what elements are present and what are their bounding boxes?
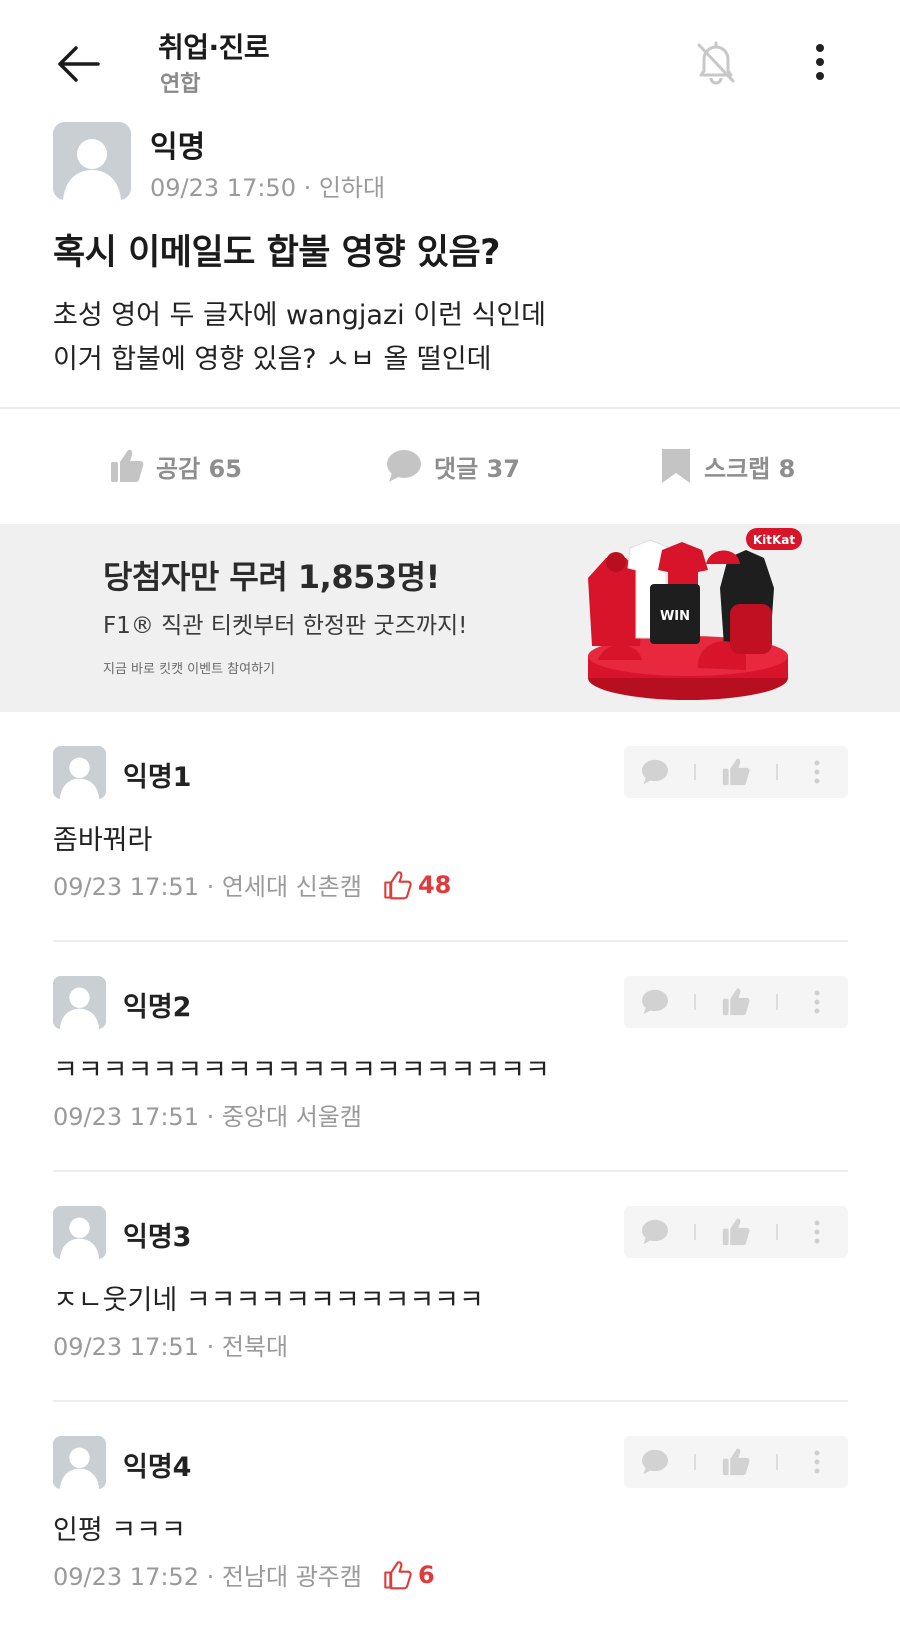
bell-off-icon [697,41,735,85]
reply-button[interactable] [633,750,677,794]
separator [775,1224,778,1240]
comment-avatar [53,1436,106,1489]
separator [694,1454,697,1470]
comment-body: 좀바꿔라 [53,825,153,856]
ad-headline: 당첨자만 무려 1,853명! [103,558,440,596]
default-avatar-icon [53,1436,106,1489]
thumbs-up-icon [722,1448,750,1476]
comment-more-button[interactable] [795,980,839,1024]
comment-more-button[interactable] [795,750,839,794]
more-vertical-icon [814,1220,820,1244]
comment-button[interactable]: 댓글 37 [386,440,520,492]
comment-meta: 09/23 17:51 · 전북대 [53,1333,289,1361]
scrap-button[interactable]: 스크랩 8 [660,440,795,492]
post-title: 혹시 이메일도 합불 영향 있음? [53,233,500,273]
comment-like-button[interactable] [714,980,758,1024]
comment-like-button[interactable] [714,750,758,794]
comment-like-value: 48 [417,870,452,899]
comment-like-count: 48 [382,870,451,900]
default-avatar-icon [53,746,106,799]
thumbs-up-icon [722,988,750,1016]
speech-bubble-icon [641,989,668,1015]
default-avatar-icon [53,976,106,1029]
comment-avatar [53,976,106,1029]
ad-product-image: WIN KitKat [578,528,810,708]
default-avatar-icon [53,122,131,200]
comment-like-button[interactable] [714,1210,758,1254]
comment-like-button[interactable] [714,1440,758,1484]
arrow-left-icon [58,46,100,82]
comment-meta: 09/23 17:52 · 전남대 광주캠 [53,1563,362,1591]
comment-author: 익명3 [123,1222,192,1253]
comment-divider [53,1170,848,1172]
thumbs-up-outline-icon [384,870,412,899]
more-vertical-icon [816,44,824,80]
separator [694,764,697,780]
more-vertical-icon [814,990,820,1014]
comment-body: ㅈㄴ웃기네 ㅋㅋㅋㅋㅋㅋㅋㅋㅋㅋㅋㅋ [53,1285,484,1316]
separator [775,1454,778,1470]
svg-text:KitKat: KitKat [753,533,796,547]
separator [775,764,778,780]
divider [0,407,900,409]
board-subtitle: 연합 [160,72,201,97]
notification-toggle-button[interactable] [688,34,744,90]
comment-author: 익명2 [123,992,192,1023]
back-button[interactable] [50,36,106,92]
thumbs-up-icon [111,449,144,482]
comment-meta: 09/23 17:51 · 중앙대 서울캠 [53,1103,362,1131]
separator [694,1224,697,1240]
comment-like-count: 6 [382,1560,435,1590]
comment-divider [53,1400,848,1402]
like-button[interactable]: 공감 65 [110,440,242,492]
comment-body: 인평 ㅋㅋㅋ [53,1515,186,1546]
comment-action-group [624,976,848,1028]
like-count-label: 공감 65 [156,454,242,483]
separator [694,994,697,1010]
comment-body: ㅋㅋㅋㅋㅋㅋㅋㅋㅋㅋㅋㅋㅋㅋㅋㅋㅋㅋㅋㅋ [53,1055,550,1086]
default-avatar-icon [53,1206,106,1259]
speech-bubble-icon [641,759,668,785]
reply-button[interactable] [633,1210,677,1254]
bookmark-icon [662,449,690,483]
comment-count-label: 댓글 37 [434,454,520,483]
svg-text:WIN: WIN [660,609,690,624]
comment-author: 익명4 [123,1452,192,1483]
speech-bubble-icon [387,450,421,482]
thumbs-up-outline-icon [384,1560,412,1589]
author-avatar [53,122,131,200]
comment-avatar [53,746,106,799]
thumbs-up-icon [722,758,750,786]
reply-button[interactable] [633,980,677,1024]
comment-author: 익명1 [123,762,192,793]
comment-more-button[interactable] [795,1210,839,1254]
post-body: 초성 영어 두 글자에 wangjazi 이런 식인데 이거 합불에 영향 있음… [53,300,547,375]
comment-action-group [624,1436,848,1488]
comment-like-value: 6 [417,1560,435,1589]
more-vertical-icon [814,1450,820,1474]
comment-avatar [53,1206,106,1259]
comment-meta-row: 09/23 17:52 · 전남대 광주캠 6 [53,1557,435,1592]
more-options-button[interactable] [798,34,842,90]
thumbs-up-icon [722,1218,750,1246]
speech-bubble-icon [641,1219,668,1245]
comment-meta: 09/23 17:51 · 연세대 신촌캠 [53,873,362,901]
ad-subline: F1® 직관 티켓부터 한정판 굿즈까지! [103,613,468,639]
comment-action-group [624,746,848,798]
more-vertical-icon [814,760,820,784]
comment-meta-row: 09/23 17:51 · 전북대 [53,1327,288,1362]
comment-divider [53,940,848,942]
reply-button[interactable] [633,1440,677,1484]
post-author: 익명 [150,130,206,165]
post-meta: 09/23 17:50 · 인하대 [150,174,386,202]
separator [775,994,778,1010]
comment-meta-row: 09/23 17:51 · 연세대 신촌캠 48 [53,867,451,902]
scrap-count-label: 스크랩 8 [704,454,796,483]
comment-meta-row: 09/23 17:51 · 중앙대 서울캠 [53,1097,362,1132]
comment-more-button[interactable] [795,1440,839,1484]
comment-action-group [624,1206,848,1258]
speech-bubble-icon [641,1449,668,1475]
ad-cta-text: 지금 바로 킷캣 이벤트 참여하기 [103,662,276,677]
board-title: 취업·진로 [158,31,270,64]
